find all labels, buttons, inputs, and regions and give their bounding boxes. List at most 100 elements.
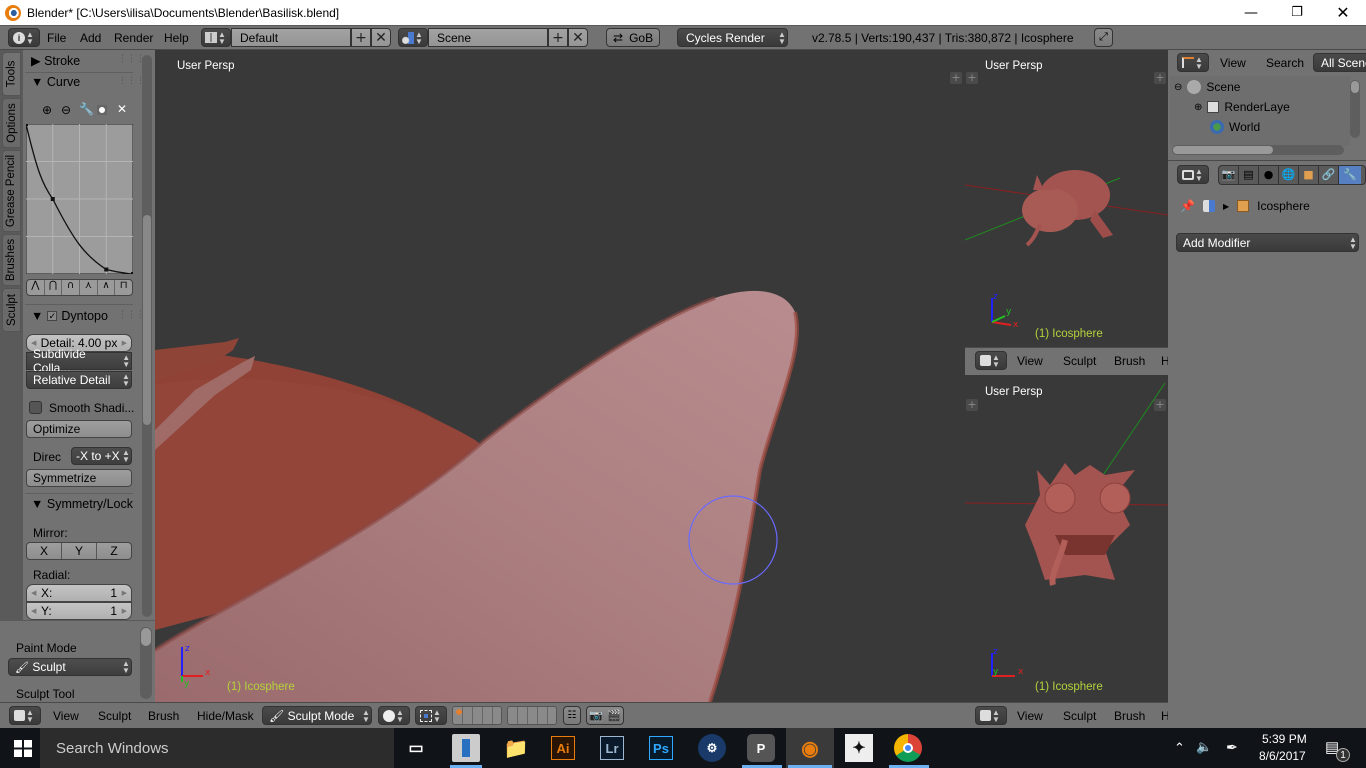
- editor-type-3d-view-button[interactable]: ▲ ▼: [9, 706, 41, 725]
- zoom-in-icon[interactable]: ⊕: [42, 103, 52, 117]
- menu-sculpt[interactable]: Sculpt: [98, 709, 131, 723]
- preset-sphere[interactable]: ⋂: [45, 280, 63, 295]
- lock-camera-button[interactable]: ☷: [563, 706, 581, 725]
- outliner-item-world[interactable]: World: [1210, 120, 1260, 134]
- expand-icon[interactable]: ⊕: [1194, 102, 1202, 113]
- minimize-button[interactable]: —: [1228, 0, 1274, 25]
- menu-hide-mask[interactable]: Hide/Mask: [197, 709, 254, 723]
- screen-layout-selector[interactable]: ▲ ▼: [201, 28, 231, 47]
- tab-modifiers[interactable]: 🔧: [1339, 166, 1361, 184]
- render-buttons[interactable]: 📷 🎬: [586, 706, 624, 725]
- symmetrize-direction-dropdown[interactable]: -X to +X ▲ ▼: [71, 447, 132, 465]
- zoom-out-icon[interactable]: ⊖: [61, 103, 71, 117]
- windows-search-box[interactable]: Search Windows: [40, 728, 394, 768]
- tab-options[interactable]: Options: [2, 98, 21, 148]
- smooth-shading-checkbox[interactable]: [29, 401, 42, 414]
- start-button[interactable]: [14, 740, 32, 757]
- tab-grease-pencil[interactable]: Grease Pencil: [2, 150, 21, 232]
- editor-type-properties-button[interactable]: ▲ ▼: [1177, 165, 1209, 184]
- tab-render[interactable]: 📷: [1219, 166, 1239, 184]
- pen-icon[interactable]: ✒: [1226, 739, 1238, 756]
- preset-root[interactable]: ∩: [62, 280, 81, 295]
- curve-control-point[interactable]: [131, 272, 133, 274]
- clapper-icon[interactable]: 🎬: [607, 709, 621, 722]
- expand-properties-icon[interactable]: +: [950, 72, 962, 84]
- delete-point-icon[interactable]: ✕: [117, 102, 127, 116]
- display-mode-dropdown[interactable]: All Scene: [1313, 53, 1366, 72]
- clock-time[interactable]: 5:39 PM: [1262, 732, 1307, 746]
- symmetry-panel-header[interactable]: ▼ Symmetry/Lock: [31, 497, 133, 511]
- tab-brushes[interactable]: Brushes: [2, 234, 21, 286]
- tool-panel-scrollbar[interactable]: [142, 55, 152, 617]
- delete-scene-button[interactable]: ✕: [568, 28, 588, 47]
- pivot-point-dropdown[interactable]: ▲ ▼: [415, 706, 447, 725]
- expand-tools-icon[interactable]: +: [966, 72, 978, 84]
- menu-view[interactable]: View: [1220, 56, 1246, 70]
- blender-taskbar-icon[interactable]: ◉: [796, 734, 824, 762]
- outliner-horizontal-scrollbar[interactable]: [1172, 145, 1344, 155]
- drag-handle-icon[interactable]: ⋮⋮⋮: [118, 54, 145, 64]
- outliner-item-renderlayers[interactable]: ⊕ RenderLaye: [1194, 100, 1290, 114]
- menu-help[interactable]: Help: [164, 31, 189, 45]
- side-viewport-top[interactable]: z y x User Persp (1) Icosphere + +: [965, 50, 1168, 347]
- expand-properties-icon[interactable]: +: [1154, 72, 1166, 84]
- menu-sculpt[interactable]: Sculpt: [1063, 709, 1096, 723]
- file-explorer-taskbar-icon[interactable]: 📁: [502, 734, 530, 762]
- tab-world[interactable]: 🌐: [1279, 166, 1299, 184]
- preset-sharp[interactable]: ⋏: [80, 280, 98, 295]
- menu-view[interactable]: View: [1017, 354, 1043, 368]
- chrome-taskbar-icon[interactable]: [894, 734, 922, 762]
- menu-brush[interactable]: Brush: [1114, 709, 1145, 723]
- restore-button[interactable]: ❐: [1274, 0, 1320, 25]
- paint-mode-dropdown[interactable]: 🖌 Sculpt ▲ ▼: [8, 658, 132, 676]
- menu-sculpt[interactable]: Sculpt: [1063, 354, 1096, 368]
- wrench-icon[interactable]: 🔧: [79, 102, 94, 116]
- dyntopo-panel-header[interactable]: ▼ ✓ Dyntopo: [31, 309, 108, 323]
- add-layout-button[interactable]: +: [351, 28, 371, 47]
- scene-name-field[interactable]: Scene: [428, 28, 548, 47]
- steam-taskbar-icon[interactable]: ⚙: [698, 734, 726, 762]
- photoshop-taskbar-icon[interactable]: Ps: [649, 736, 673, 760]
- falloff-curve-graph[interactable]: [26, 124, 133, 274]
- curve-control-point[interactable]: [26, 124, 28, 126]
- lower-panel-scrollbar[interactable]: [140, 627, 152, 699]
- radial-y-field[interactable]: ◀ Y: 1 ▶: [26, 602, 132, 620]
- camera-icon[interactable]: 📷: [589, 709, 603, 722]
- illustrator-taskbar-icon[interactable]: Ai: [551, 736, 575, 760]
- layer-buttons-group-2[interactable]: [507, 706, 557, 725]
- pin-icon[interactable]: 📌: [1180, 199, 1195, 213]
- preset-constant[interactable]: ⊓: [115, 280, 132, 295]
- menu-brush[interactable]: Brush: [1114, 354, 1145, 368]
- menu-file[interactable]: File: [47, 31, 66, 45]
- stroke-panel-header[interactable]: ▶ Stroke: [31, 53, 80, 68]
- viewport-shading-dropdown[interactable]: ▲ ▼: [378, 706, 410, 725]
- gob-button[interactable]: ⇄ GoB: [606, 28, 660, 47]
- add-modifier-dropdown[interactable]: Add Modifier ▲ ▼: [1176, 233, 1359, 252]
- detail-type-dropdown[interactable]: Relative Detail ▲ ▼: [26, 371, 132, 389]
- outliner-vertical-scrollbar[interactable]: [1350, 80, 1360, 138]
- editor-type-info-button[interactable]: i ▲ ▼: [8, 28, 40, 47]
- menu-brush[interactable]: Brush: [148, 709, 179, 723]
- fullscreen-toggle[interactable]: ⤢: [1094, 28, 1113, 47]
- mode-dropdown[interactable]: 🖌 Sculpt Mode ▲ ▼: [262, 706, 372, 725]
- add-scene-button[interactable]: +: [548, 28, 568, 47]
- menu-add[interactable]: Add: [80, 31, 101, 45]
- editor-type-3d-view-button[interactable]: ▲ ▼: [975, 706, 1007, 725]
- tab-object[interactable]: ■: [1299, 166, 1319, 184]
- blender-launcher-taskbar-icon[interactable]: [452, 734, 480, 762]
- detail-refine-method-dropdown[interactable]: Subdivide Colla... ▲ ▼: [26, 347, 132, 375]
- curve-panel-header[interactable]: ▼ Curve: [31, 75, 80, 89]
- side-viewport-bottom[interactable]: z y x User Persp (1) Icosphere + +: [965, 375, 1168, 702]
- scene-selector[interactable]: ▲ ▼: [398, 28, 428, 47]
- volume-icon[interactable]: 🔈: [1196, 739, 1212, 755]
- menu-view[interactable]: View: [1017, 709, 1043, 723]
- preset-linear[interactable]: ∧: [98, 280, 116, 295]
- editor-type-outliner-button[interactable]: ▲ ▼: [1177, 53, 1209, 72]
- tab-scene[interactable]: ●: [1259, 166, 1279, 184]
- mirror-y-toggle[interactable]: Y: [62, 543, 97, 559]
- lightroom-taskbar-icon[interactable]: Lr: [600, 736, 624, 760]
- curve-control-point[interactable]: [50, 197, 55, 201]
- clock-date[interactable]: 8/6/2017: [1259, 749, 1306, 763]
- show-hidden-icons[interactable]: ⌃: [1174, 740, 1185, 756]
- close-button[interactable]: ✕: [1320, 0, 1366, 25]
